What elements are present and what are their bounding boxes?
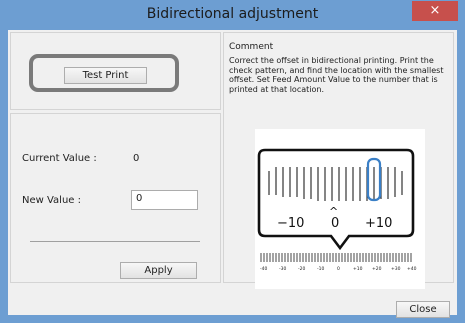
new-value-label: New Value :	[22, 195, 81, 206]
callout-label-minus10: −10	[277, 216, 304, 231]
current-value: 0	[133, 153, 140, 164]
dialog-window: Bidirectional adjustment × Test Print Cu…	[0, 0, 465, 323]
scale-label: +10	[353, 266, 363, 272]
callout-bubble	[257, 148, 415, 251]
window-close-button[interactable]: ×	[412, 1, 458, 21]
scale-ticks	[260, 253, 412, 262]
scale-label: +20	[372, 266, 382, 272]
scale-label: -40	[260, 266, 267, 272]
divider	[30, 241, 200, 242]
comment-text: Correct the offset in bidirectional prin…	[229, 56, 444, 94]
apply-button[interactable]: Apply	[120, 262, 197, 279]
scale-label: -30	[279, 266, 286, 272]
callout-label-zero: 0	[331, 216, 339, 231]
scale-label: -20	[298, 266, 305, 272]
scale-label: +40	[407, 266, 417, 272]
scale-labels: -40 -30 -20 -10 0 +10 +20 +30 +40	[260, 266, 417, 272]
close-button[interactable]: Close	[396, 301, 450, 318]
current-value-label: Current Value :	[22, 153, 97, 164]
scale-label: +30	[391, 266, 401, 272]
new-value-field[interactable]: 0	[131, 190, 198, 210]
scale-label: -10	[317, 266, 324, 272]
title-bar: Bidirectional adjustment ×	[0, 0, 465, 30]
illustration-svg: −10 ^ 0 +10 -40 -30 -20 -10 0 +10 +20 +3…	[257, 148, 417, 272]
dialog-client: Test Print Current Value : 0 New Value :…	[8, 30, 457, 318]
test-print-button[interactable]: Test Print	[64, 67, 147, 84]
scale-label: 0	[337, 266, 340, 272]
window-title: Bidirectional adjustment	[146, 6, 319, 22]
adjustment-illustration: −10 ^ 0 +10 -40 -30 -20 -10 0 +10 +20 +3…	[255, 129, 425, 289]
callout-label-plus10: +10	[365, 216, 392, 231]
comment-heading: Comment	[229, 42, 274, 52]
